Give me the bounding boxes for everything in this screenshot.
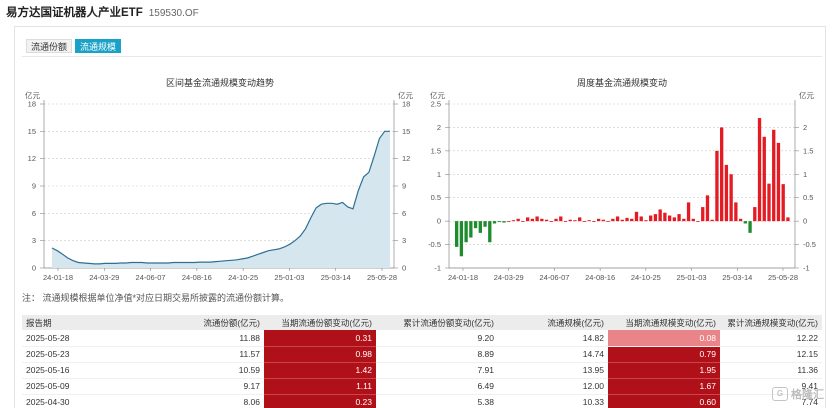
table-cell: 8.89 — [376, 346, 498, 363]
y-tick-label: 12 — [28, 154, 36, 163]
table-cell: 1.95 — [608, 362, 720, 379]
table-cell: 10.33 — [498, 394, 608, 408]
x-tick-label: 24-10-25 — [228, 273, 258, 282]
y-tick-label-right: 9 — [402, 182, 406, 191]
table-cell: 5.38 — [376, 394, 498, 408]
x-tick-label: 24-08-16 — [182, 273, 212, 282]
col-header-period[interactable]: 报告期 — [22, 315, 142, 330]
y-unit-left: 亿元 — [25, 90, 40, 100]
table-cell: 0.23 — [264, 394, 376, 408]
table-cell: 2025-05-28 — [22, 330, 142, 347]
x-tick-label: 24-06-07 — [136, 273, 166, 282]
table-cell: 0.31 — [264, 330, 376, 347]
table-cell: 11.36 — [720, 362, 822, 379]
col-header-scale-change[interactable]: 当期流通规模变动(亿元) — [608, 315, 720, 330]
table-cell: 0.79 — [608, 346, 720, 363]
table-cell: 9.17 — [142, 378, 264, 395]
table-cell: 2025-05-09 — [22, 378, 142, 395]
y-tick-label: 3 — [32, 236, 36, 245]
table-cell: 12.15 — [720, 346, 822, 363]
x-tick-label: 24-01-18 — [43, 273, 73, 282]
table-cell: 0.08 — [608, 330, 720, 347]
y-tick-label-right: 0 — [402, 264, 406, 273]
table-cell: 10.59 — [142, 362, 264, 379]
col-header-share-change[interactable]: 当期流通份额变动(亿元) — [264, 315, 376, 330]
table-cell: 8.06 — [142, 394, 264, 408]
table-cell: 6.49 — [376, 378, 498, 395]
table-cell: 9.20 — [376, 330, 498, 347]
table-cell: 14.82 — [498, 330, 608, 347]
watermark-text: 格隆汇 — [791, 389, 824, 401]
col-header-cum-scale-change[interactable]: 累计流通规模变动(亿元) — [720, 315, 822, 330]
col-header-cum-share-change[interactable]: 累计流通份额变动(亿元) — [376, 315, 498, 330]
table-cell: 13.95 — [498, 362, 608, 379]
y-tick-label: 6 — [32, 209, 36, 218]
table-header-row: 报告期 流通份额(亿元) 当期流通份额变动(亿元) 累计流通份额变动(亿元) 流… — [22, 315, 822, 330]
y-tick-label-right: 12 — [402, 154, 410, 163]
table-row: 2025-05-23 11.57 0.98 8.89 14.74 0.79 12.15 — [22, 346, 822, 363]
table-row: 2025-05-16 10.59 1.42 7.91 13.95 1.95 11.36 — [22, 362, 822, 379]
y-tick-label: 0 — [32, 264, 36, 273]
y-tick-label-right: 6 — [402, 209, 406, 218]
table-cell: 2025-04-30 — [22, 394, 142, 408]
table-cell: 12.00 — [498, 378, 608, 395]
y-tick-label: 18 — [28, 100, 36, 109]
footnote: 注： 流通规模根据单位净值*对应日期交易所披露的流通份额计算。 — [22, 293, 290, 303]
x-tick-label: 25-03-14 — [321, 273, 351, 282]
table-cell: 11.57 — [142, 346, 264, 363]
y-tick-label-right: 18 — [402, 100, 410, 109]
y-unit-right: 亿元 — [398, 90, 413, 100]
table-cell: 1.11 — [264, 378, 376, 395]
y-tick-label-right: 3 — [402, 236, 406, 245]
table-cell: 1.67 — [608, 378, 720, 395]
col-header-shares[interactable]: 流通份额(亿元) — [142, 315, 264, 330]
x-tick-label: 25-01-03 — [274, 273, 304, 282]
table-cell: 7.91 — [376, 362, 498, 379]
scale-table: 报告期 流通份额(亿元) 当期流通份额变动(亿元) 累计流通份额变动(亿元) 流… — [22, 315, 822, 408]
col-header-scale[interactable]: 流通规模(亿元) — [498, 315, 608, 330]
table-cell: 0.98 — [264, 346, 376, 363]
y-tick-label: 9 — [32, 182, 36, 191]
table-row: 2025-05-28 11.88 0.31 9.20 14.82 0.08 12.22 — [22, 330, 822, 347]
watermark-logo-icon: G — [772, 387, 788, 401]
scale-area-fill — [52, 131, 390, 268]
table-cell: 12.22 — [720, 330, 822, 347]
x-tick-label: 25-05-28 — [367, 273, 397, 282]
table-cell: 2025-05-23 — [22, 346, 142, 363]
table-row: 2025-05-09 9.17 1.11 6.49 12.00 1.67 9.41 — [22, 378, 822, 395]
y-tick-label-right: 15 — [402, 127, 410, 136]
table-cell: 2025-05-16 — [22, 362, 142, 379]
table-cell: 0.60 — [608, 394, 720, 408]
table-cell: 1.42 — [264, 362, 376, 379]
watermark: G 格隆汇 — [772, 386, 824, 402]
table-cell: 11.88 — [142, 330, 264, 347]
x-tick-label: 24-03-29 — [89, 273, 119, 282]
table-cell: 14.74 — [498, 346, 608, 363]
table-row: 2025-04-30 8.06 0.23 5.38 10.33 0.60 7.74 — [22, 394, 822, 408]
y-tick-label: 15 — [28, 127, 36, 136]
